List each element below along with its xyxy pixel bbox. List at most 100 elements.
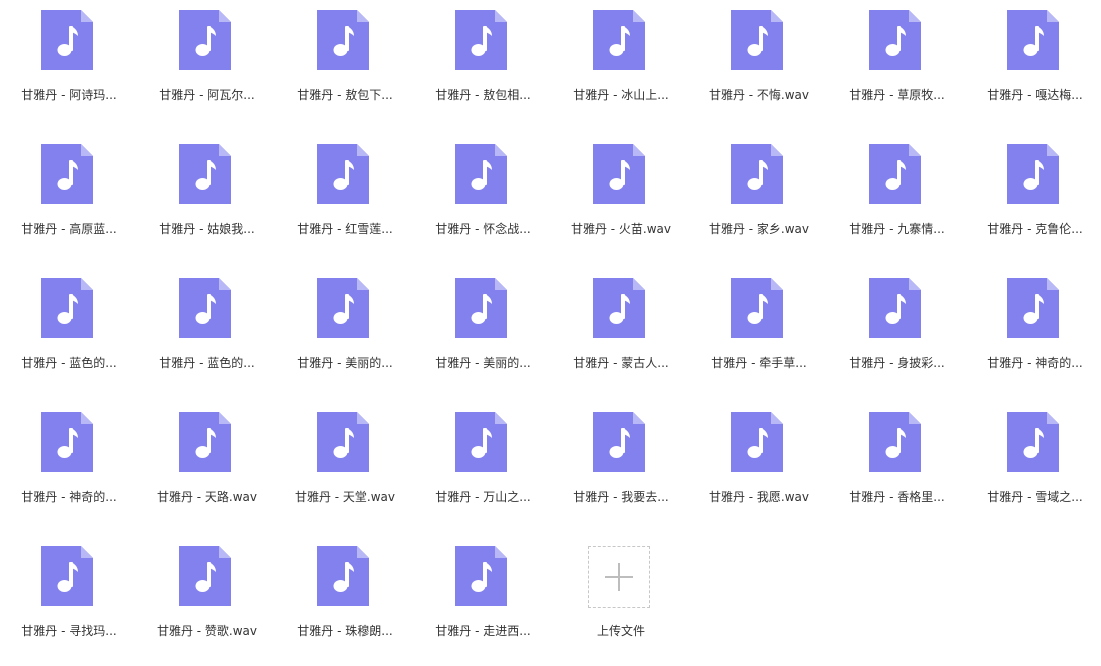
music-file-icon [731,412,783,472]
file-name: 甘雅丹 - 神奇的... [21,490,117,504]
file-tile[interactable]: 甘雅丹 - 赞歌.wav [138,536,276,666]
music-file-icon [1007,144,1059,204]
music-file-icon [455,278,507,338]
music-file-icon [731,278,783,338]
file-tile[interactable]: 甘雅丹 - 火苗.wav [552,134,690,264]
upload-file-tile[interactable]: 上传文件 [552,536,690,666]
file-tile[interactable]: 甘雅丹 - 走进西... [414,536,552,666]
file-tile[interactable]: 甘雅丹 - 嘎达梅... [966,0,1101,130]
music-file-icon [179,412,231,472]
music-file-icon [869,10,921,70]
music-file-icon [179,10,231,70]
file-tile[interactable]: 甘雅丹 - 我愿.wav [690,402,828,532]
upload-button[interactable] [588,546,650,608]
file-name: 甘雅丹 - 神奇的... [987,356,1083,370]
file-tile[interactable]: 甘雅丹 - 怀念战... [414,134,552,264]
file-tile[interactable]: 甘雅丹 - 不悔.wav [690,0,828,130]
file-name: 甘雅丹 - 身披彩... [849,356,945,370]
file-name: 甘雅丹 - 家乡.wav [708,222,810,236]
music-file-icon [455,412,507,472]
music-file-icon [1007,10,1059,70]
file-tile[interactable]: 甘雅丹 - 美丽的... [414,268,552,398]
music-file-icon [179,546,231,606]
file-name: 甘雅丹 - 嘎达梅... [987,88,1083,102]
file-name: 甘雅丹 - 阿诗玛... [21,88,117,102]
music-file-icon [593,412,645,472]
file-tile[interactable]: 甘雅丹 - 草原牧... [828,0,966,130]
music-file-icon [41,10,93,70]
file-name: 甘雅丹 - 红雪莲... [297,222,393,236]
file-name: 甘雅丹 - 寻找玛... [21,624,117,638]
file-tile[interactable]: 甘雅丹 - 敖包下... [276,0,414,130]
file-name: 甘雅丹 - 高原蓝... [21,222,117,236]
file-name: 甘雅丹 - 美丽的... [297,356,393,370]
file-name: 甘雅丹 - 敖包相... [435,88,531,102]
music-file-icon [179,278,231,338]
file-tile[interactable]: 甘雅丹 - 神奇的... [966,268,1101,398]
file-tile[interactable]: 甘雅丹 - 九寨情... [828,134,966,264]
file-name: 甘雅丹 - 万山之... [435,490,531,504]
music-file-icon [731,10,783,70]
file-name: 甘雅丹 - 牵手草... [711,356,807,370]
file-tile[interactable]: 甘雅丹 - 天堂.wav [276,402,414,532]
file-name: 甘雅丹 - 赞歌.wav [156,624,258,638]
file-name: 甘雅丹 - 蓝色的... [159,356,255,370]
music-file-icon [455,144,507,204]
music-file-icon [317,144,369,204]
file-tile[interactable]: 甘雅丹 - 身披彩... [828,268,966,398]
file-name: 甘雅丹 - 火苗.wav [570,222,672,236]
music-file-icon [317,278,369,338]
file-name: 甘雅丹 - 美丽的... [435,356,531,370]
file-name: 甘雅丹 - 冰山上... [573,88,669,102]
music-file-icon [869,412,921,472]
music-file-icon [869,278,921,338]
file-tile[interactable]: 甘雅丹 - 家乡.wav [690,134,828,264]
file-name: 甘雅丹 - 姑娘我... [159,222,255,236]
file-tile[interactable]: 甘雅丹 - 蓝色的... [0,268,138,398]
music-file-icon [317,10,369,70]
music-file-icon [41,144,93,204]
file-name: 甘雅丹 - 香格里... [849,490,945,504]
music-file-icon [593,278,645,338]
file-name: 甘雅丹 - 克鲁伦... [987,222,1083,236]
file-tile[interactable]: 甘雅丹 - 蓝色的... [138,268,276,398]
file-grid: 上传文件 甘雅丹 - 阿诗玛... 甘雅丹 - 阿瓦尔... 甘雅丹 - 敖包下… [0,0,1101,651]
music-file-icon [317,412,369,472]
file-tile[interactable]: 甘雅丹 - 神奇的... [0,402,138,532]
file-tile[interactable]: 甘雅丹 - 万山之... [414,402,552,532]
music-file-icon [593,144,645,204]
music-file-icon [41,412,93,472]
file-name: 甘雅丹 - 雪域之... [987,490,1083,504]
file-tile[interactable]: 甘雅丹 - 蒙古人... [552,268,690,398]
file-tile[interactable]: 甘雅丹 - 敖包相... [414,0,552,130]
plus-icon [605,563,633,591]
file-tile[interactable]: 甘雅丹 - 高原蓝... [0,134,138,264]
upload-label: 上传文件 [596,624,645,638]
file-tile[interactable]: 甘雅丹 - 牵手草... [690,268,828,398]
file-name: 甘雅丹 - 不悔.wav [708,88,810,102]
file-tile[interactable]: 甘雅丹 - 珠穆朗... [276,536,414,666]
file-tile[interactable]: 甘雅丹 - 香格里... [828,402,966,532]
file-tile[interactable]: 甘雅丹 - 红雪莲... [276,134,414,264]
file-name: 甘雅丹 - 蒙古人... [573,356,669,370]
file-tile[interactable]: 甘雅丹 - 寻找玛... [0,536,138,666]
file-tile[interactable]: 甘雅丹 - 阿诗玛... [0,0,138,130]
file-tile[interactable]: 甘雅丹 - 克鲁伦... [966,134,1101,264]
file-tile[interactable]: 甘雅丹 - 我要去... [552,402,690,532]
music-file-icon [869,144,921,204]
file-name: 甘雅丹 - 敖包下... [297,88,393,102]
music-file-icon [455,10,507,70]
file-tile[interactable]: 甘雅丹 - 冰山上... [552,0,690,130]
file-name: 甘雅丹 - 九寨情... [849,222,945,236]
file-tile[interactable]: 甘雅丹 - 阿瓦尔... [138,0,276,130]
file-tile[interactable]: 甘雅丹 - 天路.wav [138,402,276,532]
file-tile[interactable]: 甘雅丹 - 雪域之... [966,402,1101,532]
music-file-icon [1007,278,1059,338]
file-tile[interactable]: 甘雅丹 - 姑娘我... [138,134,276,264]
music-file-icon [1007,412,1059,472]
file-tile[interactable]: 甘雅丹 - 美丽的... [276,268,414,398]
file-name: 甘雅丹 - 蓝色的... [21,356,117,370]
music-file-icon [41,278,93,338]
music-file-icon [593,10,645,70]
file-name: 甘雅丹 - 天堂.wav [294,490,396,504]
